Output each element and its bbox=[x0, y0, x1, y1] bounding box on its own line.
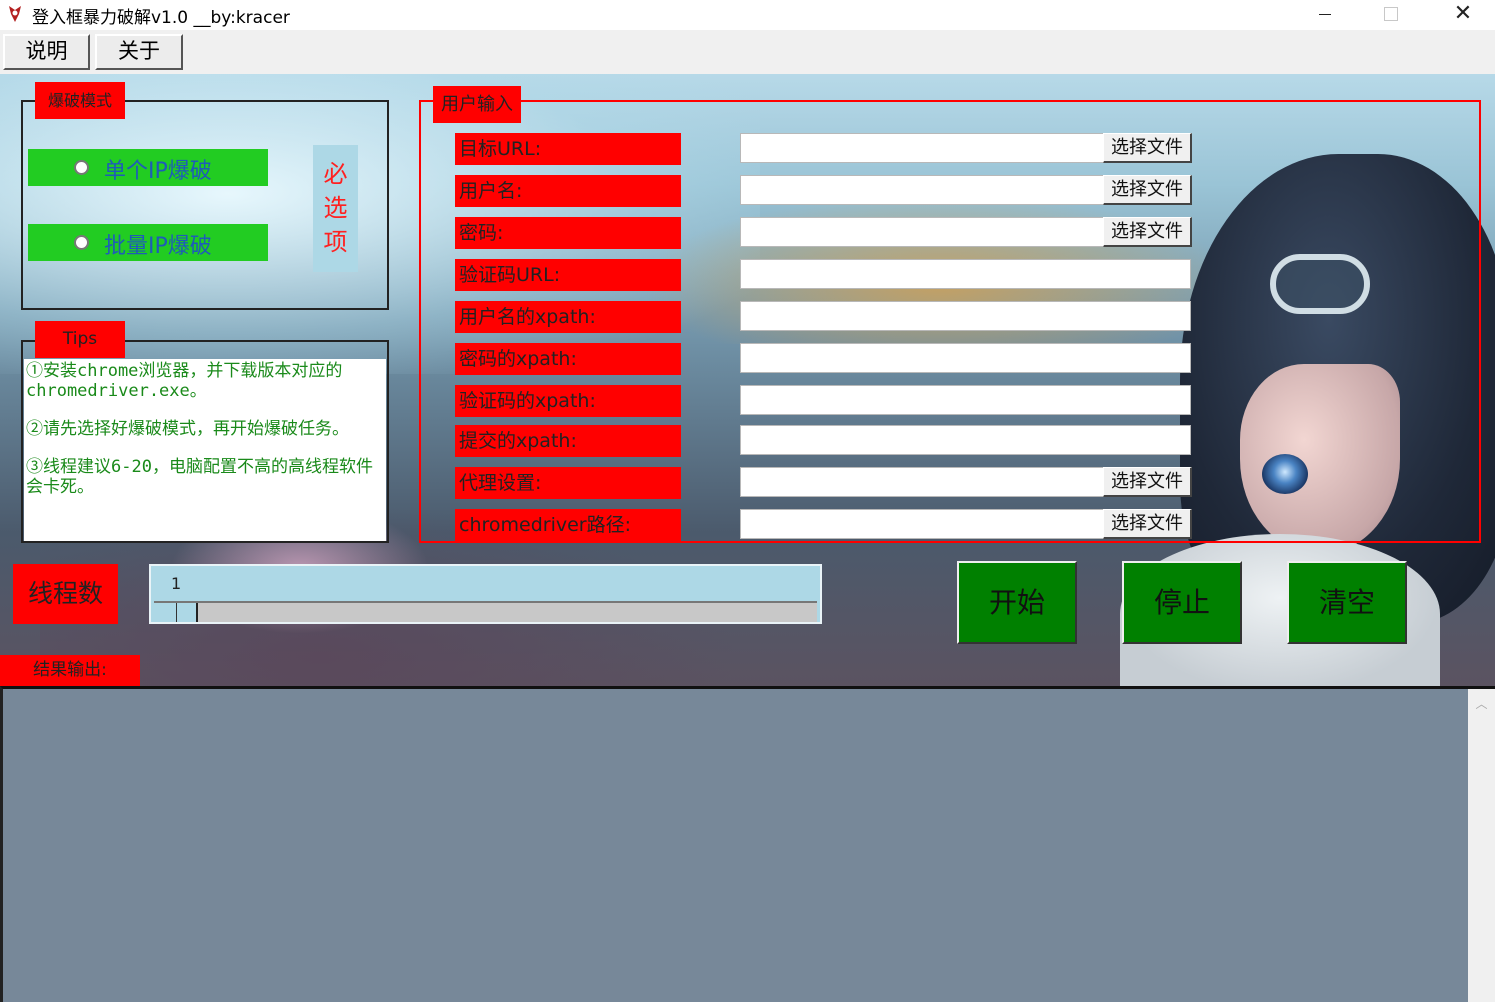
menu-instructions-button[interactable]: 说明 bbox=[3, 34, 90, 70]
tip-line: ①安装chrome浏览器，并下载版本对应的chromedriver.exe。 bbox=[26, 361, 343, 401]
username-input[interactable] bbox=[740, 175, 1104, 205]
maximize-button[interactable] bbox=[1356, 0, 1426, 30]
title-bar: 登入框暴力破解v1.0 __by:kracer ✕ bbox=[0, 0, 1495, 30]
menu-about-button[interactable]: 关于 bbox=[95, 34, 183, 70]
proxy-settings-label: 代理设置: bbox=[455, 467, 681, 499]
chromedriver-path-label: chromedriver路径: bbox=[455, 509, 681, 541]
output-text-area[interactable] bbox=[0, 686, 1495, 1002]
maximize-icon bbox=[1384, 7, 1398, 21]
close-button[interactable]: ✕ bbox=[1428, 0, 1495, 30]
chromedriver-path-input[interactable] bbox=[740, 509, 1104, 539]
minimize-icon bbox=[1319, 13, 1331, 15]
password-xpath-label: 密码的xpath: bbox=[455, 343, 681, 375]
tip-line: ③线程建议6-20，电脑配置不高的高线程软件会卡死。 bbox=[26, 457, 373, 497]
proxy-choose-file-button[interactable]: 选择文件 bbox=[1103, 467, 1192, 497]
radio-circle-icon[interactable] bbox=[74, 235, 89, 250]
slider-thumb[interactable] bbox=[154, 603, 198, 622]
proxy-settings-input[interactable] bbox=[740, 467, 1104, 497]
chevron-up-icon[interactable]: ︿ bbox=[1468, 695, 1495, 711]
password-label: 密码: bbox=[455, 217, 681, 249]
mode-group-title: 爆破模式 bbox=[35, 82, 125, 119]
required-notice: 必 选 项 bbox=[313, 145, 358, 272]
username-xpath-input[interactable] bbox=[740, 301, 1191, 331]
app-icon bbox=[9, 6, 21, 22]
username-choose-file-button[interactable]: 选择文件 bbox=[1103, 175, 1192, 205]
password-choose-file-button[interactable]: 选择文件 bbox=[1103, 217, 1192, 247]
stop-button[interactable]: 停止 bbox=[1122, 561, 1242, 644]
target-url-input[interactable] bbox=[740, 133, 1104, 163]
radio-circle-icon[interactable] bbox=[74, 160, 89, 175]
radio-batch-ip[interactable]: 批量IP爆破 bbox=[28, 224, 268, 261]
output-label: 结果输出: bbox=[0, 655, 140, 686]
captcha-url-label: 验证码URL: bbox=[455, 259, 681, 291]
threads-label: 线程数 bbox=[13, 564, 118, 624]
password-xpath-input[interactable] bbox=[740, 343, 1191, 373]
target-url-choose-file-button[interactable]: 选择文件 bbox=[1103, 133, 1192, 163]
submit-xpath-input[interactable] bbox=[740, 425, 1191, 455]
output-scrollbar[interactable]: ︿ bbox=[1468, 689, 1495, 1002]
target-url-label: 目标URL: bbox=[455, 133, 681, 165]
tip-line: ②请先选择好爆破模式，再开始爆破任务。 bbox=[26, 419, 349, 439]
radio-single-ip[interactable]: 单个IP爆破 bbox=[28, 149, 268, 186]
captcha-url-input[interactable] bbox=[740, 259, 1191, 289]
radio-single-ip-label: 单个IP爆破 bbox=[104, 159, 212, 184]
username-xpath-label: 用户名的xpath: bbox=[455, 301, 681, 333]
captcha-xpath-label: 验证码的xpath: bbox=[455, 385, 681, 417]
window-title: 登入框暴力破解v1.0 __by:kracer bbox=[32, 8, 290, 28]
tips-group-title: Tips bbox=[35, 321, 125, 358]
chromedriver-choose-file-button[interactable]: 选择文件 bbox=[1103, 509, 1192, 539]
menu-bar: 说明 关于 bbox=[0, 30, 1495, 74]
radio-batch-ip-label: 批量IP爆破 bbox=[104, 234, 212, 259]
captcha-xpath-input[interactable] bbox=[740, 385, 1191, 415]
threads-slider[interactable]: 1 bbox=[149, 564, 822, 624]
user-input-group-title: 用户输入 bbox=[433, 86, 521, 123]
slider-track[interactable] bbox=[154, 601, 817, 622]
username-label: 用户名: bbox=[455, 175, 681, 207]
clear-button[interactable]: 清空 bbox=[1287, 561, 1407, 644]
submit-xpath-label: 提交的xpath: bbox=[455, 425, 681, 457]
start-button[interactable]: 开始 bbox=[957, 561, 1077, 644]
minimize-button[interactable] bbox=[1290, 0, 1360, 30]
threads-value: 1 bbox=[171, 574, 182, 593]
password-input[interactable] bbox=[740, 217, 1104, 247]
tips-text-area[interactable]: ①安装chrome浏览器，并下载版本对应的chromedriver.exe。 ②… bbox=[24, 359, 386, 541]
